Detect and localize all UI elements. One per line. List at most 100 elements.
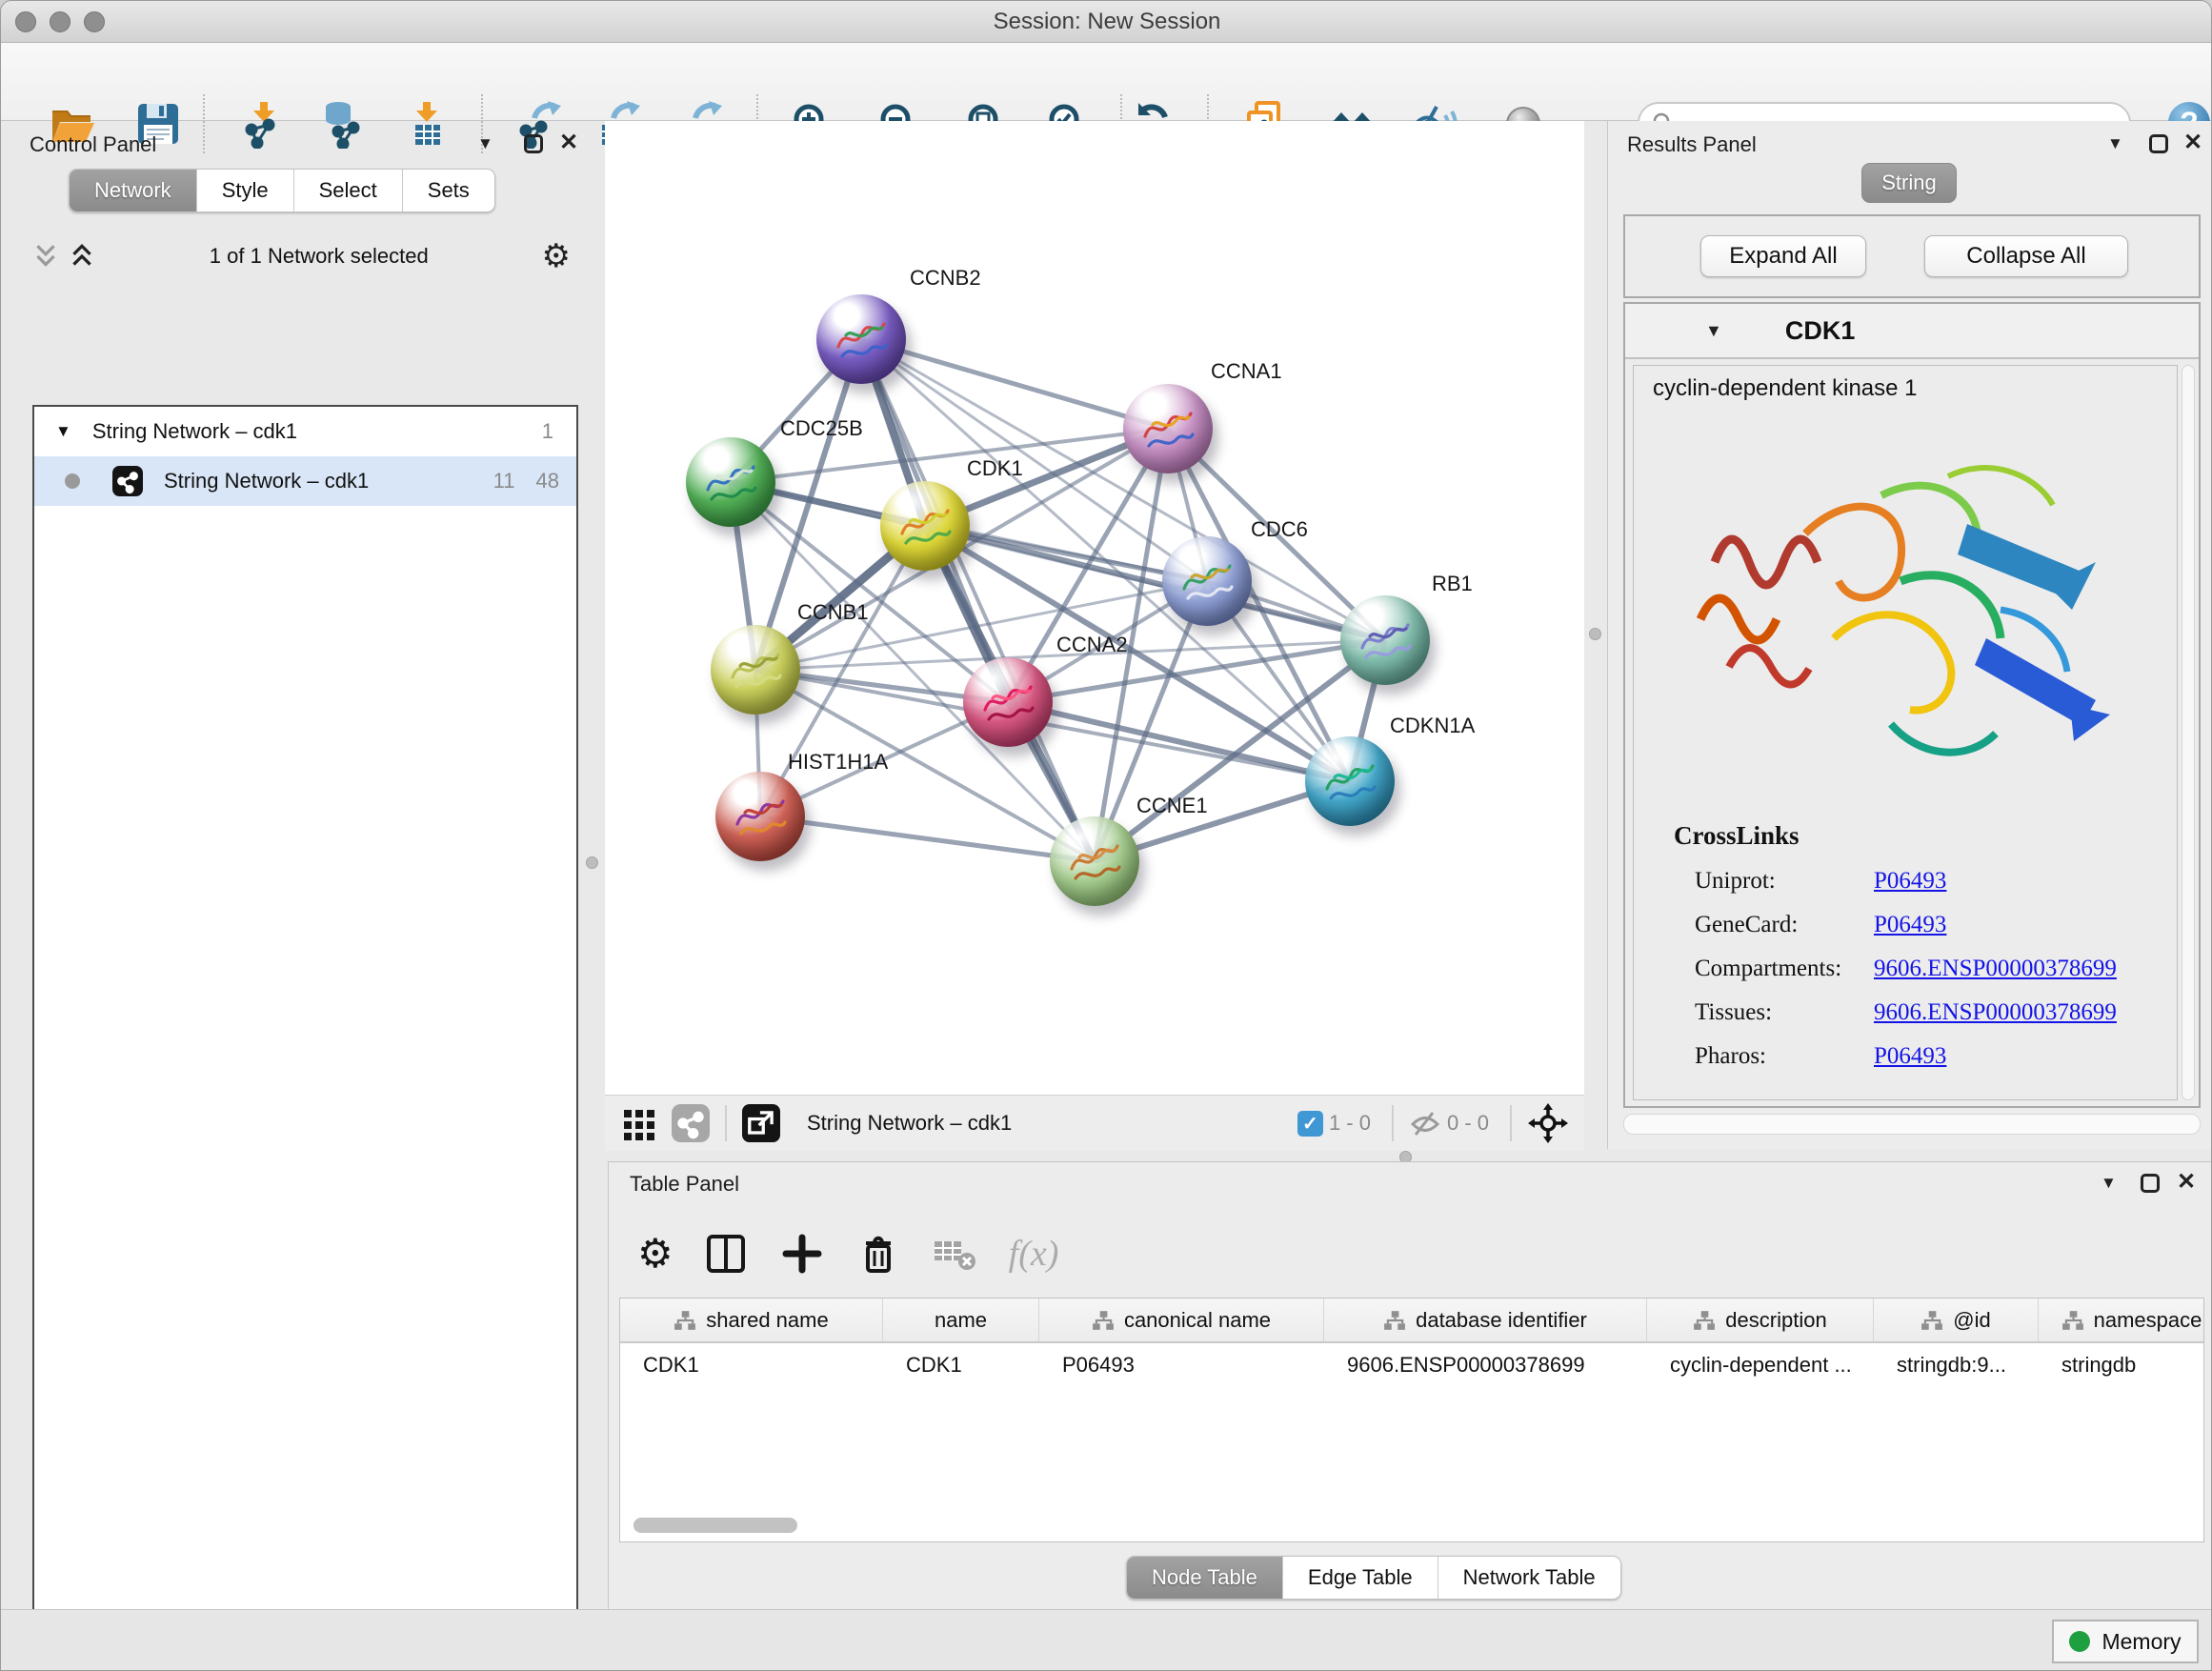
memory-status-dot xyxy=(2069,1631,2090,1652)
expand-all-icon[interactable] xyxy=(31,242,60,271)
tab-node-table[interactable]: Node Table xyxy=(1127,1557,1283,1599)
results-panel-close-icon[interactable]: ✕ xyxy=(2183,133,2202,152)
tab-edge-table[interactable]: Edge Table xyxy=(1283,1557,1438,1599)
results-vertical-scrollbar[interactable] xyxy=(2182,365,2195,1100)
table-cell[interactable]: CDK1 xyxy=(883,1343,1039,1387)
protein-ribbon-thumbnail xyxy=(700,452,761,513)
collection-count: 1 xyxy=(542,419,553,444)
right-splitter-handle[interactable] xyxy=(1589,628,1601,640)
tree-expand-icon[interactable]: ▼ xyxy=(55,422,71,441)
birds-eye-toggle-icon[interactable] xyxy=(1527,1102,1569,1144)
protein-ribbon-thumbnail xyxy=(1064,831,1125,892)
tab-select[interactable]: Select xyxy=(294,170,403,211)
table-horizontal-scrollbar[interactable] xyxy=(633,1518,797,1533)
network-tree-root-row[interactable]: ▼ String Network – cdk1 1 xyxy=(34,407,576,456)
node-CDK1[interactable] xyxy=(880,481,970,571)
column-header-namespace[interactable]: namespace xyxy=(2039,1299,2204,1341)
share-view-icon[interactable] xyxy=(672,1104,710,1142)
table-cell[interactable]: CDK1 xyxy=(620,1343,883,1387)
table-cell[interactable]: stringdb:9... xyxy=(1874,1343,2039,1387)
crosslink-link[interactable]: P06493 xyxy=(1874,868,1946,895)
crosslink-link[interactable]: 9606.ENSP00000378699 xyxy=(1874,956,2117,982)
node-CCNA1[interactable] xyxy=(1123,384,1213,473)
tab-style[interactable]: Style xyxy=(197,170,294,211)
table-cell[interactable]: stringdb xyxy=(2039,1343,2204,1387)
node-CCNB2[interactable] xyxy=(816,294,906,384)
control-panel-close-icon[interactable]: ✕ xyxy=(559,133,578,152)
node-table: shared namenamecanonical namedatabase id… xyxy=(619,1298,2204,1542)
add-column-icon[interactable] xyxy=(778,1230,826,1278)
memory-button[interactable]: Memory xyxy=(2052,1620,2199,1663)
crosslink-link[interactable]: 9606.ENSP00000378699 xyxy=(1874,999,2117,1026)
node-RB1[interactable] xyxy=(1340,595,1430,685)
tab-string[interactable]: String xyxy=(1861,163,1957,203)
detach-view-icon[interactable] xyxy=(742,1104,780,1142)
gene-header-row[interactable]: ▼ CDK1 xyxy=(1625,304,2199,359)
table-cell[interactable]: cyclin-dependent ... xyxy=(1647,1343,1874,1387)
node-CCNE1[interactable] xyxy=(1050,816,1139,906)
node-label-HIST1H1A: HIST1H1A xyxy=(788,750,888,775)
column-header-description[interactable]: description xyxy=(1647,1299,1874,1341)
column-header-name[interactable]: name xyxy=(883,1299,1039,1341)
node-CCNA2[interactable] xyxy=(963,657,1053,747)
grid-view-icon[interactable] xyxy=(620,1104,658,1142)
results-panel-maximize-icon[interactable] xyxy=(2149,134,2168,153)
protein-ribbon-thumbnail xyxy=(1137,398,1198,459)
edge-CCNB2-CCNE1[interactable] xyxy=(861,339,1095,861)
control-panel-tabs: NetworkStyleSelectSets xyxy=(69,169,495,212)
table-panel-maximize-icon[interactable] xyxy=(2141,1174,2160,1193)
table-tabs: Node TableEdge TableNetwork Table xyxy=(1126,1556,1621,1600)
control-panel-maximize-icon[interactable] xyxy=(524,134,543,153)
node-CDC25B[interactable] xyxy=(686,437,775,527)
table-panel-close-icon[interactable]: ✕ xyxy=(2177,1173,2196,1192)
edge-CCNA2-CDKN1A[interactable] xyxy=(1008,702,1350,781)
node-HIST1H1A[interactable] xyxy=(715,772,805,861)
table-panel-float-icon[interactable]: ▼ xyxy=(2101,1174,2117,1193)
network-tree-child-row[interactable]: String Network – cdk1 11 48 xyxy=(34,456,576,506)
crosslink-link[interactable]: P06493 xyxy=(1874,912,1946,938)
results-panel-float-icon[interactable]: ▼ xyxy=(2107,134,2123,153)
network-canvas[interactable]: CCNB2 CCNA1 CDC25B CDK1 CDC6 RB1 CCNB1 C… xyxy=(605,121,1584,1095)
column-header-at-id[interactable]: @id xyxy=(1874,1299,2039,1341)
delete-icon[interactable] xyxy=(855,1230,902,1278)
left-splitter-handle[interactable] xyxy=(586,856,598,869)
node-CDC6[interactable] xyxy=(1162,536,1252,626)
gear-icon[interactable]: ⚙ xyxy=(542,240,571,272)
tab-sets[interactable]: Sets xyxy=(403,170,494,211)
crosslink-row-4: Pharos:P06493 xyxy=(1695,1035,2152,1078)
columns-icon[interactable] xyxy=(702,1230,750,1278)
protein-ribbon-thumbnail xyxy=(895,495,955,556)
node-count: 11 xyxy=(493,469,515,493)
table-cell[interactable]: 9606.ENSP00000378699 xyxy=(1324,1343,1647,1387)
protein-ribbon-thumbnail xyxy=(730,786,791,847)
collapse-all-button[interactable]: Collapse All xyxy=(1924,235,2128,277)
crosslink-link[interactable]: P06493 xyxy=(1874,1043,1946,1070)
gene-collapse-icon[interactable]: ▼ xyxy=(1705,321,1722,341)
table-panel: Table Panel ▼ ✕ ⚙ f(x) shared namenameca… xyxy=(608,1161,2212,1609)
edge-CCNB2-CCNA1[interactable] xyxy=(861,339,1168,429)
column-header-shared-name[interactable]: shared name xyxy=(620,1299,883,1341)
table-cell[interactable]: P06493 xyxy=(1039,1343,1324,1387)
gene-result-box: ▼ CDK1 cyclin-dependent kinase 1 xyxy=(1623,302,2201,1108)
column-header-database-identifier[interactable]: database identifier xyxy=(1324,1299,1647,1341)
results-horizontal-scrollbar[interactable] xyxy=(1623,1114,2201,1135)
node-CDKN1A[interactable] xyxy=(1305,736,1395,826)
crosslink-row-2: Compartments:9606.ENSP00000378699 xyxy=(1695,947,2152,991)
control-panel-float-icon[interactable]: ▼ xyxy=(477,134,493,153)
node-CCNB1[interactable] xyxy=(711,625,800,715)
tab-network[interactable]: Network xyxy=(70,170,197,211)
control-panel-title: Control Panel xyxy=(30,132,156,157)
node-label-CDKN1A: CDKN1A xyxy=(1390,714,1475,738)
table-row[interactable]: CDK1CDK1P064939606.ENSP00000378699cyclin… xyxy=(620,1343,2203,1387)
network-collection-label: String Network – cdk1 xyxy=(92,419,297,444)
edge-HIST1H1A-CCNE1[interactable] xyxy=(760,816,1095,861)
status-bar: Memory xyxy=(1,1609,2212,1671)
column-header-canonical-name[interactable]: canonical name xyxy=(1039,1299,1324,1341)
collapse-all-icon[interactable] xyxy=(68,242,96,271)
hierarchy-icon xyxy=(1920,1309,1943,1332)
expand-all-button[interactable]: Expand All xyxy=(1700,235,1866,277)
table-settings-gear-icon[interactable]: ⚙ xyxy=(637,1234,674,1274)
tab-network-table[interactable]: Network Table xyxy=(1438,1557,1620,1599)
selected-checkbox-icon[interactable]: ✓ xyxy=(1297,1111,1323,1137)
hidden-eye-slash-icon xyxy=(1409,1107,1441,1139)
